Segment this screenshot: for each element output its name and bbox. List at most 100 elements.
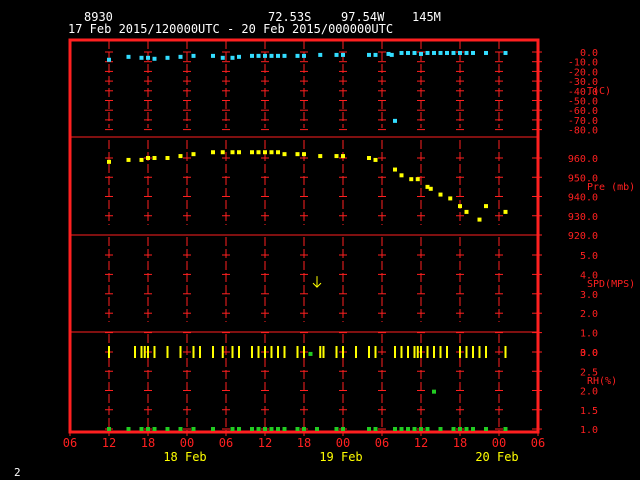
temperature-point — [425, 50, 430, 55]
wind-arrow — [312, 276, 322, 288]
rh-point — [146, 427, 150, 431]
rh-point — [399, 427, 404, 431]
rh-point — [152, 427, 157, 431]
wind-calm-mark — [446, 346, 448, 358]
pressure-point — [477, 217, 482, 222]
temperature-point — [438, 50, 443, 55]
date-label: 20 Feb — [475, 450, 518, 464]
pressure-point — [152, 156, 157, 160]
wind-calm-mark — [319, 346, 322, 358]
x-tick-label: 18 — [453, 436, 467, 450]
rh-point — [269, 427, 274, 431]
temperature-point — [282, 53, 287, 58]
temperature-point — [373, 52, 378, 57]
temperature-point — [220, 55, 225, 60]
temperature-point — [484, 50, 488, 55]
temperature-point — [237, 54, 241, 59]
rh-point — [139, 427, 144, 431]
wind-calm-mark — [416, 346, 419, 358]
pressure-point — [269, 150, 274, 155]
rh-point — [432, 389, 436, 394]
y-tick-label: 940.0 — [568, 193, 598, 204]
wind-calm-mark — [179, 346, 182, 358]
wind-calm-mark — [413, 346, 416, 358]
rh-point — [503, 427, 508, 431]
wind-calm-mark — [355, 346, 357, 358]
temperature-point — [318, 52, 323, 57]
wind-calm-mark — [504, 346, 507, 358]
pressure-point — [139, 157, 144, 162]
rh-point — [302, 427, 306, 431]
x-tick-label: 18 — [297, 436, 311, 450]
rh-point — [191, 427, 196, 431]
x-tick-label: 00 — [336, 436, 350, 450]
rh-point — [230, 427, 235, 431]
temperature-point — [250, 53, 254, 58]
rh-point — [334, 427, 339, 431]
date-label: 19 Feb — [319, 450, 362, 464]
wind-calm-mark — [394, 346, 396, 358]
pressure-point — [373, 157, 378, 162]
pressure-point — [503, 209, 508, 214]
pressure-point — [282, 152, 287, 157]
wind-calm-mark — [465, 346, 468, 358]
x-tick-label: 12 — [258, 436, 272, 450]
rh-point — [425, 427, 430, 431]
temperature-point — [389, 52, 394, 57]
rh-point — [165, 427, 170, 431]
pressure-point — [237, 150, 241, 155]
temperature-point — [367, 52, 371, 57]
wind-calm-mark — [192, 346, 195, 358]
wind-calm-mark — [335, 346, 338, 358]
x-tick-label: 00 — [180, 436, 194, 450]
temperature-point — [191, 53, 196, 58]
wind-calm-mark — [472, 346, 474, 358]
wind-calm-mark — [283, 346, 286, 358]
rh-point — [263, 427, 267, 431]
temperature-point — [451, 50, 456, 55]
rh-point — [393, 427, 397, 431]
temperature-point — [419, 51, 423, 56]
temperature-point — [165, 55, 170, 60]
wind-calm-mark — [400, 346, 403, 358]
panel-label: SPD(MPS) — [587, 279, 635, 290]
wind-calm-mark — [199, 346, 201, 358]
temperature-point — [107, 57, 111, 62]
pressure-point — [178, 154, 183, 159]
wind-calm-mark — [231, 346, 234, 358]
pressure-point — [367, 156, 371, 160]
wind-calm-mark — [407, 346, 409, 358]
rh-point — [458, 427, 462, 431]
rh-point — [250, 427, 254, 431]
pressure-point — [295, 152, 300, 157]
rh-point — [484, 427, 488, 431]
rh-point — [315, 427, 319, 431]
wind-calm-mark — [303, 346, 305, 358]
temperature-point — [230, 55, 235, 60]
x-tick-label: 06 — [63, 436, 77, 450]
temperature-point — [503, 50, 508, 55]
wind-calm-mark — [426, 346, 429, 358]
temperature-point — [445, 50, 449, 55]
pressure-point — [107, 159, 111, 164]
wind-calm-mark — [108, 346, 110, 358]
y-tick-label: 1.0 — [580, 425, 598, 436]
temperature-point — [256, 53, 261, 58]
temperature-point — [412, 50, 417, 55]
rh-point — [412, 427, 417, 431]
pressure-point — [393, 167, 397, 172]
pressure-point — [399, 173, 404, 178]
wind-calm-mark — [221, 346, 224, 358]
rh-point — [341, 427, 345, 431]
wind-calm-mark — [342, 346, 344, 358]
wind-calm-mark — [368, 346, 370, 358]
rh-point — [295, 427, 300, 431]
wind-calm-mark — [238, 346, 240, 358]
temperature-point — [152, 56, 157, 61]
y-tick-label: 2.0 — [580, 387, 598, 398]
wind-calm-mark — [439, 346, 442, 358]
rh-point — [308, 351, 313, 356]
wind-calm-mark — [166, 346, 169, 358]
rh-point — [464, 427, 469, 431]
x-tick-label: 00 — [492, 436, 506, 450]
